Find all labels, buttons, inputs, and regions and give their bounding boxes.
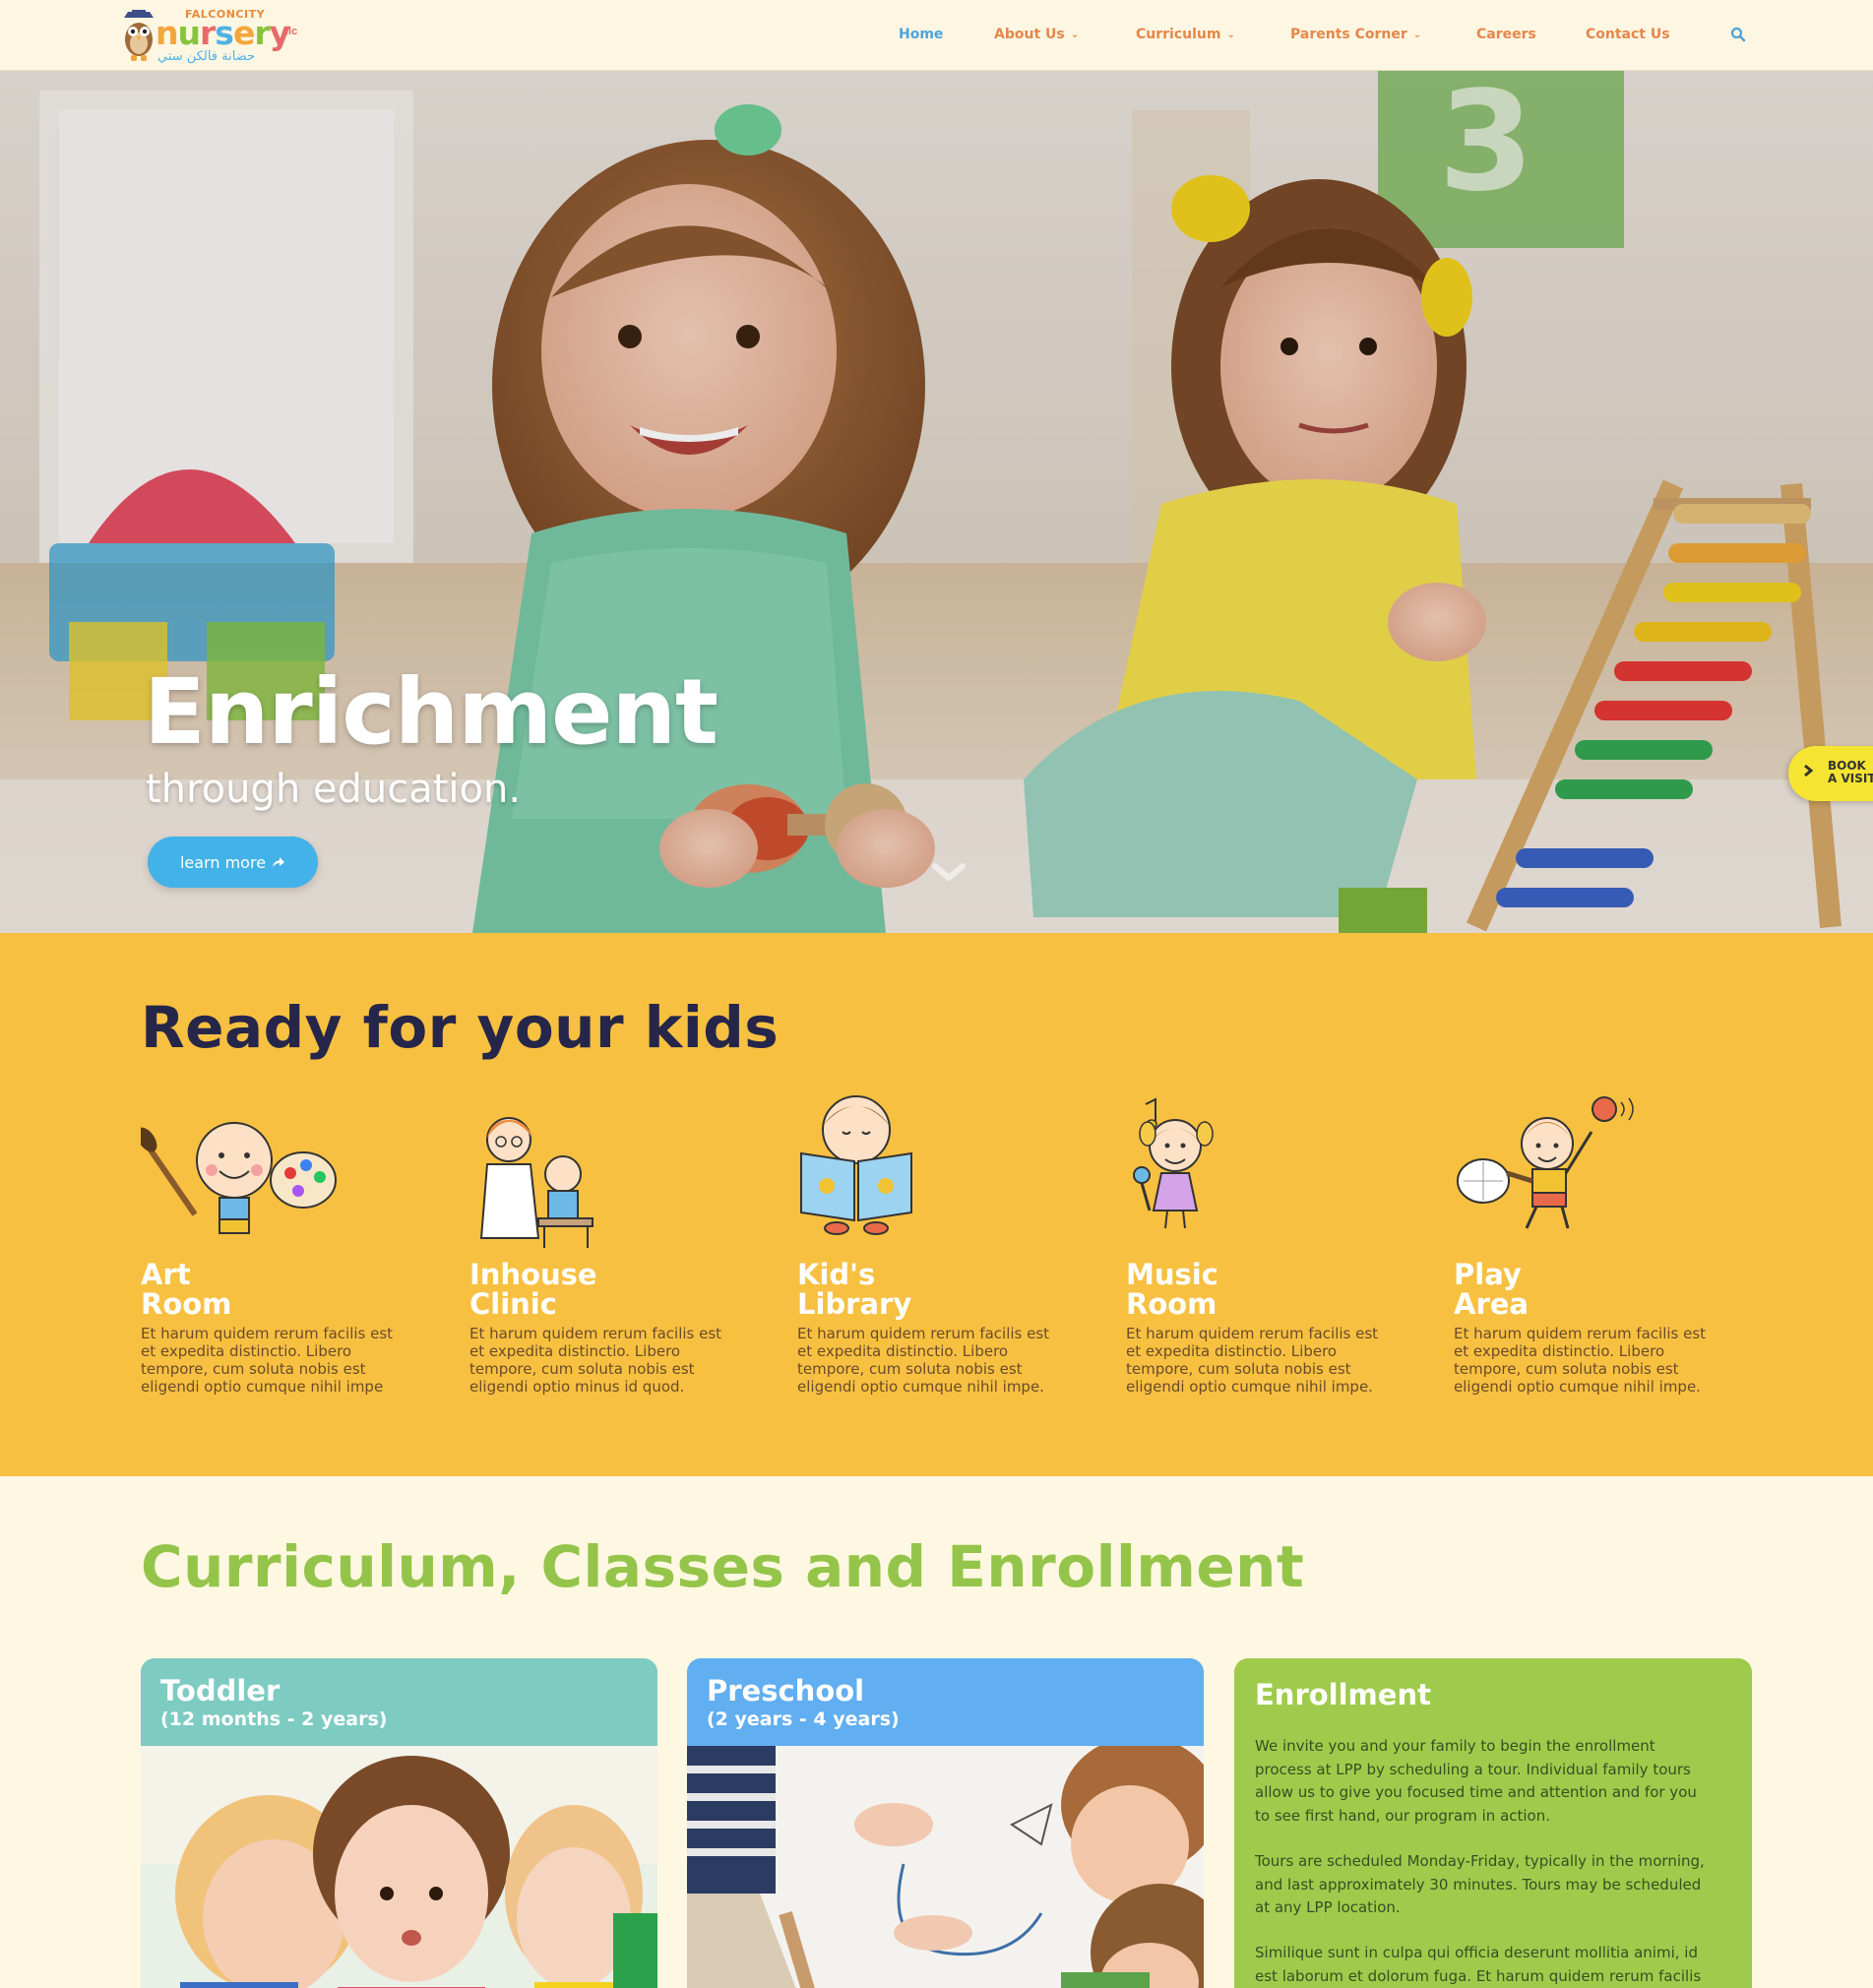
feature-title-line1: Kid's (797, 1258, 876, 1291)
enrollment-title: Enrollment (1255, 1678, 1431, 1711)
feature-title-line1: Art (141, 1258, 191, 1291)
logo-letter: n (156, 14, 178, 52)
feature-description: Et harum quidem rerum facilis est et exp… (1454, 1325, 1707, 1396)
card-header: Toddler (12 months - 2 years) (141, 1658, 657, 1746)
feature-title: Play Area (1454, 1260, 1529, 1319)
nav-home-label: Home (899, 27, 944, 42)
site-header: FALCONCITY nursery llc حضانة فالكن ستي H… (0, 0, 1873, 71)
chevron-down-icon: ⌄ (1070, 30, 1080, 40)
card-age-range: (12 months - 2 years) (160, 1708, 388, 1730)
learn-more-label: learn more (179, 852, 267, 872)
chevron-down-icon: ⌄ (1412, 30, 1422, 40)
feature-description: Et harum quidem rerum facilis est et exp… (469, 1325, 722, 1396)
logo-letter: u (177, 14, 201, 52)
doctor-kid-icon (479, 1117, 593, 1248)
logo-letter: r (254, 14, 270, 52)
book-a-visit-line2: A VISIT (1828, 772, 1873, 785)
reading-kid-icon (800, 1095, 912, 1235)
ready-for-kids-section: Ready for your kids Art Room Et harum qu… (0, 933, 1873, 1476)
nav-about-us[interactable]: About Us ⌄ (994, 27, 1079, 42)
nav-curriculum-label: Curriculum (1136, 27, 1221, 42)
logo-letter: e (232, 14, 255, 52)
scroll-down-chevron-icon[interactable] (929, 858, 968, 886)
logo-arabic-text: حضانة فالكن ستي (157, 49, 255, 64)
singing-kid-icon (1133, 1097, 1214, 1229)
preschool-class-card[interactable]: Preschool (2 years - 4 years) (687, 1658, 1204, 1988)
chevron-down-icon: ⌄ (1226, 30, 1235, 40)
hero-subtitle: through education. (146, 767, 522, 812)
card-title: Preschool (707, 1674, 865, 1708)
share-arrow-icon (273, 857, 285, 867)
feature-title-line2: Clinic (469, 1287, 557, 1321)
feature-title-line2: Room (141, 1287, 232, 1321)
learn-more-button[interactable]: learn more (148, 837, 318, 888)
feature-title: Art Room (141, 1260, 231, 1319)
preschool-photo (687, 1746, 1204, 1988)
card-age-range: (2 years - 4 years) (707, 1708, 900, 1730)
enrollment-card: Enrollment We invite you and your family… (1234, 1658, 1752, 1988)
nav-contact-us[interactable]: Contact Us (1586, 27, 1670, 42)
painter-kid-icon (141, 1122, 337, 1234)
search-icon[interactable] (1730, 27, 1746, 42)
card-header: Preschool (2 years - 4 years) (687, 1658, 1204, 1746)
feature-title-line2: Area (1454, 1287, 1529, 1321)
owl-mascot-icon (124, 10, 154, 61)
book-a-visit-label: BOOK A VISIT (1828, 760, 1873, 785)
toddler-class-card[interactable]: Toddler (12 months - 2 years) (141, 1658, 657, 1988)
chevron-right-icon (1804, 764, 1814, 777)
feature-title-line1: Inhouse (469, 1258, 597, 1291)
curriculum-section: Curriculum, Classes and Enrollment Toddl… (0, 1476, 1873, 1988)
nav-parents-corner-label: Parents Corner (1290, 27, 1407, 42)
nav-curriculum[interactable]: Curriculum ⌄ (1136, 27, 1235, 42)
feature-title-line1: Music (1126, 1258, 1218, 1291)
feature-title-line1: Play (1454, 1258, 1522, 1291)
nav-parents-corner[interactable]: Parents Corner ⌄ (1290, 27, 1421, 42)
logo-letter: s (215, 14, 234, 52)
feature-title: Inhouse Clinic (469, 1260, 597, 1319)
hero-title: Enrichment (144, 659, 718, 765)
feature-title: Kid's Library (797, 1260, 911, 1319)
toddler-photo (141, 1746, 657, 1988)
ready-section-title: Ready for your kids (141, 994, 780, 1061)
nav-careers[interactable]: Careers (1476, 27, 1536, 42)
nav-home[interactable]: Home (899, 27, 943, 42)
feature-description: Et harum quidem rerum facilis est et exp… (1126, 1325, 1379, 1396)
nav-contact-us-label: Contact Us (1586, 27, 1670, 42)
feature-title-line2: Library (797, 1287, 912, 1321)
tennis-kid-icon (1457, 1096, 1634, 1229)
feature-title: Music Room (1126, 1260, 1218, 1319)
nav-about-us-label: About Us (994, 27, 1065, 42)
book-a-visit-button[interactable]: BOOK A VISIT (1788, 746, 1873, 801)
feature-description: Et harum quidem rerum facilis est et exp… (141, 1325, 394, 1396)
logo-letter: r (200, 14, 216, 52)
logo-suffix: llc (285, 26, 298, 37)
curriculum-section-title: Curriculum, Classes and Enrollment (141, 1533, 1305, 1600)
enrollment-paragraph: Similique sunt in culpa qui officia dese… (1255, 1944, 1702, 1985)
nav-careers-label: Careers (1476, 27, 1536, 42)
logo-main-text: nursery (156, 14, 290, 52)
enrollment-paragraph: Tours are scheduled Monday-Friday, typic… (1255, 1852, 1705, 1916)
enrollment-paragraph: We invite you and your family to begin t… (1255, 1737, 1697, 1825)
feature-description: Et harum quidem rerum facilis est et exp… (797, 1325, 1050, 1396)
feature-title-line2: Room (1126, 1287, 1217, 1321)
site-logo[interactable]: FALCONCITY nursery llc حضانة فالكن ستي (120, 6, 307, 67)
hero-banner: 3 Enrichment through education. learn mo… (0, 71, 1873, 933)
card-title: Toddler (160, 1674, 281, 1708)
